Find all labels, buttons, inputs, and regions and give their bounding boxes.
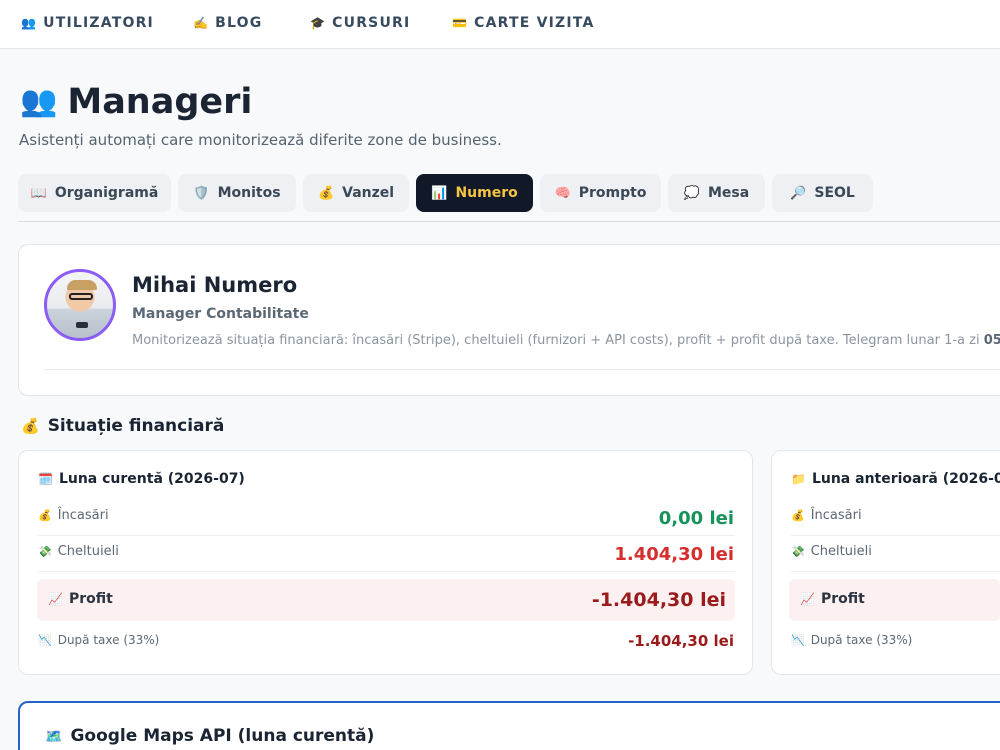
profit-label-text: Profit bbox=[820, 591, 865, 607]
expenses-label-text: Cheltuieli bbox=[57, 544, 119, 559]
income-value: 0,00 lei bbox=[658, 508, 734, 529]
money-bag-icon: 💰 bbox=[791, 509, 805, 522]
card-title-text: Luna anterioară (2026-06 bbox=[811, 471, 1000, 487]
google-maps-api-title: 🗺️ Google Maps API (luna curentă) bbox=[45, 726, 374, 746]
page-title-text: Manageri bbox=[67, 82, 253, 122]
tab-numero[interactable]: 📊 Numero bbox=[416, 174, 533, 212]
page-title: 👥 Manageri bbox=[20, 82, 252, 122]
brain-icon: 🧠 bbox=[554, 185, 571, 201]
current-month-title: 🗓️ Luna curentă (2026-07) bbox=[38, 471, 245, 487]
avatar-hair bbox=[67, 280, 97, 290]
profit-label-text: Profit bbox=[68, 591, 113, 607]
card-title-text: Luna curentă (2026-07) bbox=[58, 471, 245, 487]
money-bag-icon: 💰 bbox=[38, 509, 52, 522]
nav-item-label: UTILIZATORI bbox=[43, 15, 154, 31]
tab-organigrama[interactable]: 📖 Organigramă bbox=[18, 174, 171, 212]
tab-vanzel[interactable]: 💰 Vanzel bbox=[303, 174, 409, 212]
profile-divider bbox=[44, 369, 1000, 370]
after-tax-value: -1.404,30 lei bbox=[628, 632, 734, 650]
tab-label: Organigramă bbox=[54, 185, 159, 201]
after-tax-label-text: După taxe (33%) bbox=[57, 633, 160, 647]
world-map-icon: 🗺️ bbox=[45, 729, 63, 745]
tab-prompto[interactable]: 🧠 Prompto bbox=[540, 174, 661, 212]
income-label: 💰 Încasări bbox=[791, 508, 862, 523]
bar-chart-icon: 📊 bbox=[431, 185, 448, 201]
tab-mesa[interactable]: 💭 Mesa bbox=[668, 174, 765, 212]
nav-item-label: BLOG bbox=[215, 15, 263, 31]
financial-section-title: 💰 Situație financiară bbox=[21, 416, 224, 436]
tab-label: Monitos bbox=[217, 185, 281, 201]
profit-value: -1.404,30 lei bbox=[591, 589, 726, 611]
manager-description-text: Monitorizează situația financiară: încas… bbox=[132, 333, 980, 348]
manager-role: Manager Contabilitate bbox=[132, 306, 309, 322]
avatar-bow-tie bbox=[76, 322, 88, 328]
users-icon: 👥 bbox=[21, 16, 38, 30]
income-label-text: Încasări bbox=[810, 508, 862, 523]
profit-label: 📈 Profit bbox=[48, 591, 113, 607]
users-icon: 👥 bbox=[20, 84, 58, 119]
chart-decreasing-icon: 📉 bbox=[38, 634, 52, 647]
thought-bubble-icon: 💭 bbox=[683, 185, 700, 201]
maps-title-text: Google Maps API (luna curentă) bbox=[70, 726, 375, 746]
nav-item-utilizatori[interactable]: 👥 UTILIZATORI bbox=[21, 15, 154, 31]
book-icon: 📖 bbox=[30, 185, 47, 201]
magnifier-icon: 🔎 bbox=[790, 185, 807, 201]
expenses-label-text: Cheltuieli bbox=[810, 544, 872, 559]
row-divider bbox=[791, 571, 1000, 572]
chart-decreasing-icon: 📉 bbox=[791, 634, 805, 647]
calendar-icon: 🗓️ bbox=[38, 472, 53, 486]
avatar-glasses bbox=[69, 293, 93, 300]
tab-label: Numero bbox=[455, 185, 518, 201]
manager-schedule: 05:45 R bbox=[983, 333, 1000, 348]
after-tax-label: 📉 După taxe (33%) bbox=[38, 633, 159, 647]
top-navigation: 👥 UTILIZATORI ✍️ BLOG 🎓 CURSURI 💳 CARTE VIZI… bbox=[0, 0, 1000, 49]
row-divider bbox=[38, 571, 735, 572]
chart-increasing-icon: 📈 bbox=[48, 592, 63, 606]
folder-icon: 📁 bbox=[791, 472, 806, 486]
tab-label: Vanzel bbox=[342, 185, 395, 201]
graduation-cap-icon: 🎓 bbox=[310, 16, 327, 30]
manager-description: Monitorizează situația financiară: încas… bbox=[132, 333, 1000, 348]
tab-label: Prompto bbox=[578, 185, 647, 201]
row-divider bbox=[791, 535, 1000, 536]
expenses-label: 💸 Cheltuieli bbox=[38, 544, 119, 559]
chart-increasing-icon: 📈 bbox=[800, 592, 815, 606]
writing-hand-icon: ✍️ bbox=[193, 16, 210, 30]
tab-label: SEOL bbox=[814, 185, 855, 201]
money-bag-icon: 💰 bbox=[21, 417, 40, 435]
profit-label: 📈 Profit bbox=[800, 591, 865, 607]
avatar bbox=[44, 269, 116, 341]
row-divider bbox=[38, 535, 735, 536]
income-label: 💰 Încasări bbox=[38, 508, 109, 523]
tabs-divider bbox=[18, 221, 1000, 222]
nav-item-carte-vizita[interactable]: 💳 CARTE VIZITA bbox=[452, 15, 595, 31]
tab-monitos[interactable]: 🛡️ Monitos bbox=[178, 174, 296, 212]
income-label-text: Încasări bbox=[57, 508, 109, 523]
nav-item-label: CURSURI bbox=[332, 15, 411, 31]
tab-seol[interactable]: 🔎 SEOL bbox=[772, 174, 873, 212]
nav-item-blog[interactable]: ✍️ BLOG bbox=[193, 15, 262, 31]
money-with-wings-icon: 💸 bbox=[791, 545, 805, 558]
tab-label: Mesa bbox=[707, 185, 750, 201]
expenses-label: 💸 Cheltuieli bbox=[791, 544, 872, 559]
shield-icon: 🛡️ bbox=[193, 185, 210, 201]
nav-item-cursuri[interactable]: 🎓 CURSURI bbox=[310, 15, 410, 31]
after-tax-label-text: După taxe (33%) bbox=[810, 633, 913, 647]
section-title-text: Situație financiară bbox=[47, 416, 225, 436]
money-with-wings-icon: 💸 bbox=[38, 545, 52, 558]
card-icon: 💳 bbox=[452, 16, 469, 30]
nav-item-label: CARTE VIZITA bbox=[474, 15, 595, 31]
money-bag-icon: 💰 bbox=[317, 185, 335, 201]
manager-name: Mihai Numero bbox=[132, 273, 298, 297]
expenses-value: 1.404,30 lei bbox=[614, 544, 734, 565]
previous-month-title: 📁 Luna anterioară (2026-06 bbox=[791, 471, 1000, 487]
after-tax-label: 📉 După taxe (33%) bbox=[791, 633, 912, 647]
page-subtitle: Asistenți automați care monitorizează di… bbox=[19, 131, 502, 149]
